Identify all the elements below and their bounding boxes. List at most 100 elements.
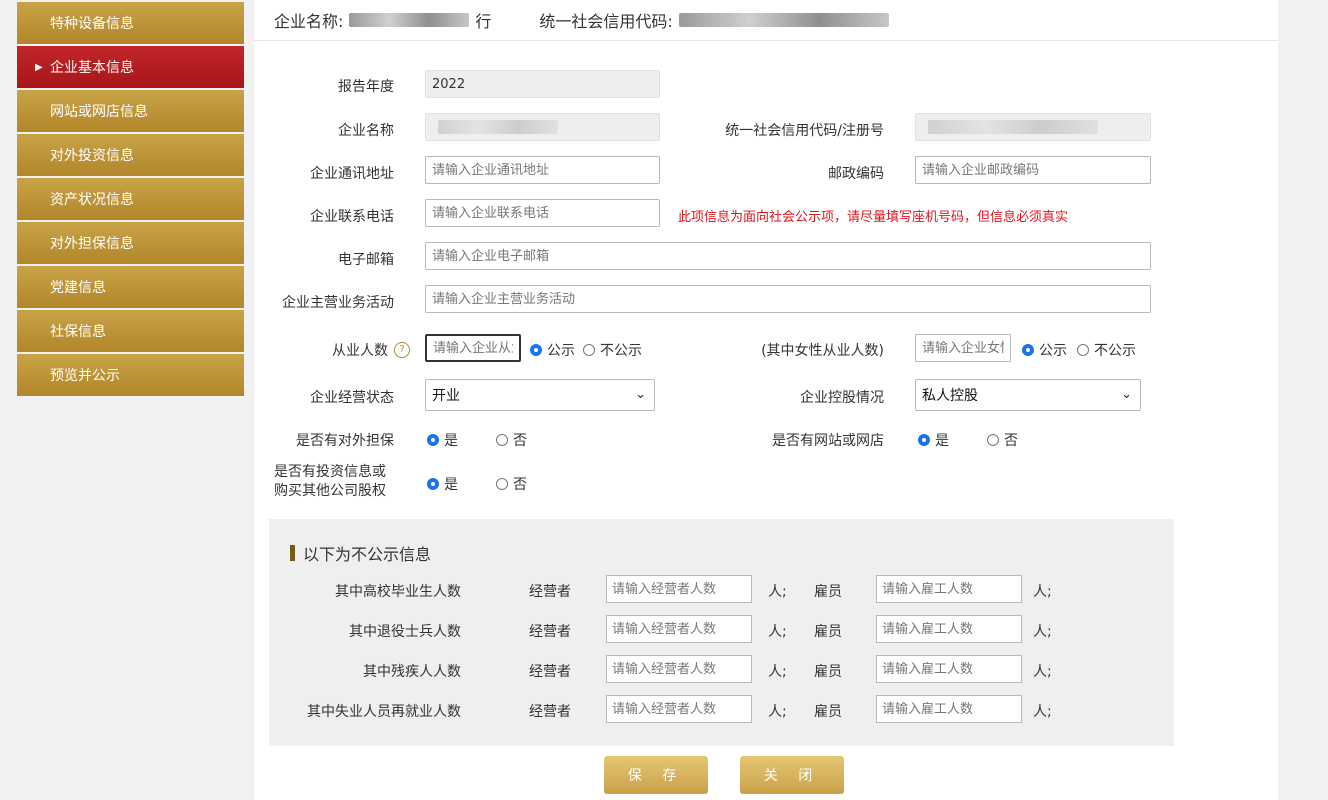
sidebar-item-assets[interactable]: 资产状况信息 [17,178,244,220]
chevron-down-icon: ⌄ [1121,387,1132,402]
employee-label: 雇员 [814,624,842,640]
employee-label: 雇员 [814,704,842,720]
unit-label: 人; [1033,584,1052,600]
email-label: 电子邮箱 [338,252,394,268]
employees-nonpublic-radio[interactable] [583,344,595,356]
section-title: 以下为不公示信息 [290,541,431,565]
website-label: 是否有网站或网店 [772,433,884,449]
female-employees-input[interactable] [915,334,1011,362]
sidebar-item-label: 对外投资信息 [50,148,134,164]
postcode-input[interactable] [915,156,1151,184]
section-marker [290,545,295,561]
female-nonpublic-radio[interactable] [1077,344,1089,356]
sidebar-item-guarantee[interactable]: 对外担保信息 [17,222,244,264]
redacted-credit-code [678,13,889,27]
report-year-label: 报告年度 [338,79,394,95]
status-select-value: 开业 [432,388,460,404]
sidebar-item-label: 社保信息 [50,324,106,340]
sidebar-item-social-security[interactable]: 社保信息 [17,310,244,352]
graduates-employee-input[interactable] [876,575,1022,603]
operator-label: 经营者 [529,624,571,640]
redacted-value [928,120,1098,134]
female-public-radio[interactable] [1022,344,1034,356]
holding-label: 企业控股情况 [800,390,884,406]
unit-label: 人; [768,584,787,600]
sidebar-item-website[interactable]: 网站或网店信息 [17,90,244,132]
invest-yes-radio[interactable] [427,478,439,490]
row-label-disabled: 其中残疾人人数 [363,664,461,680]
section-title-text: 以下为不公示信息 [303,545,432,564]
invest-label: 是否有投资信息或 购买其他公司股权 [274,463,386,501]
sidebar-item-special-equipment[interactable]: 特种设备信息 [17,2,244,44]
invest-no-radio[interactable] [496,478,508,490]
help-icon[interactable]: ? [394,342,410,358]
guarantee-yes-radio[interactable] [427,434,439,446]
radio-label: 是 [935,433,949,449]
caret-right-icon: ▶ [35,61,43,73]
veterans-employee-input[interactable] [876,615,1022,643]
reemployed-operator-input[interactable] [606,695,752,723]
sidebar-item-label: 资产状况信息 [50,192,134,208]
disabled-operator-input[interactable] [606,655,752,683]
row-label-graduates: 其中高校毕业生人数 [335,584,461,600]
employee-label: 雇员 [814,584,842,600]
website-radio-group: 是 否 [918,430,1018,450]
radio-label: 否 [513,433,527,449]
phone-label: 企业联系电话 [310,209,394,225]
sidebar-item-preview[interactable]: 预览并公示 [17,354,244,396]
graduates-operator-input[interactable] [606,575,752,603]
operator-label: 经营者 [529,664,571,680]
sidebar-item-label: 企业基本信息 [50,60,134,76]
employees-input[interactable] [425,334,521,362]
page-header: 企业名称: 行 统一社会信用代码: [254,0,1278,41]
sidebar-item-party[interactable]: 党建信息 [17,266,244,308]
close-button[interactable]: 关 闭 [740,756,844,794]
reemployed-employee-input[interactable] [876,695,1022,723]
unit-label: 人; [768,704,787,720]
phone-warning: 此项信息为面向社会公示项，请尽量填写座机号码，但信息必须真实 [678,210,1069,225]
radio-label: 公示 [1039,343,1067,359]
sidebar-item-investment[interactable]: 对外投资信息 [17,134,244,176]
radio-label: 不公示 [1094,343,1136,359]
guarantee-label: 是否有对外担保 [296,433,394,449]
radio-label: 公示 [547,343,575,359]
postcode-label: 邮政编码 [828,166,884,182]
status-label: 企业经营状态 [310,390,394,406]
website-yes-radio[interactable] [918,434,930,446]
veterans-operator-input[interactable] [606,615,752,643]
invest-radio-group: 是 否 [427,474,527,494]
credit-code-field-label: 统一社会信用代码/注册号 [725,123,884,139]
radio-label: 是 [444,433,458,449]
disabled-employee-input[interactable] [876,655,1022,683]
save-button[interactable]: 保 存 [604,756,708,794]
employees-public-radio-group: 公示 不公示 [530,340,642,360]
phone-input[interactable] [425,199,660,227]
business-label: 企业主营业务活动 [282,295,394,311]
invest-label-line2: 购买其他公司股权 [274,483,386,499]
invest-label-line1: 是否有投资信息或 [274,464,386,480]
status-select[interactable]: 开业 ⌄ [425,379,655,411]
unit-label: 人; [1033,704,1052,720]
employees-public-radio[interactable] [530,344,542,356]
address-label: 企业通讯地址 [310,166,394,182]
sidebar-item-basic-info[interactable]: ▶ 企业基本信息 [17,46,244,88]
email-input[interactable] [425,242,1151,270]
business-input[interactable] [425,285,1151,313]
employee-label: 雇员 [814,664,842,680]
report-year-field [425,70,660,98]
sidebar-item-label: 预览并公示 [50,368,120,384]
unit-label: 人; [768,664,787,680]
website-no-radio[interactable] [987,434,999,446]
non-public-section: 以下为不公示信息 其中高校毕业生人数 经营者 人; 雇员 人; 其中退役士兵人数… [269,519,1174,746]
chevron-down-icon: ⌄ [635,387,646,402]
holding-select[interactable]: 私人控股 ⌄ [915,379,1141,411]
unit-label: 人; [1033,664,1052,680]
radio-label: 不公示 [600,343,642,359]
sidebar-item-label: 对外担保信息 [50,236,134,252]
address-input[interactable] [425,156,660,184]
guarantee-no-radio[interactable] [496,434,508,446]
company-name-field [425,113,660,141]
redacted-company-name [349,13,470,27]
sidebar-item-label: 网站或网店信息 [50,104,148,120]
radio-label: 否 [513,477,527,493]
